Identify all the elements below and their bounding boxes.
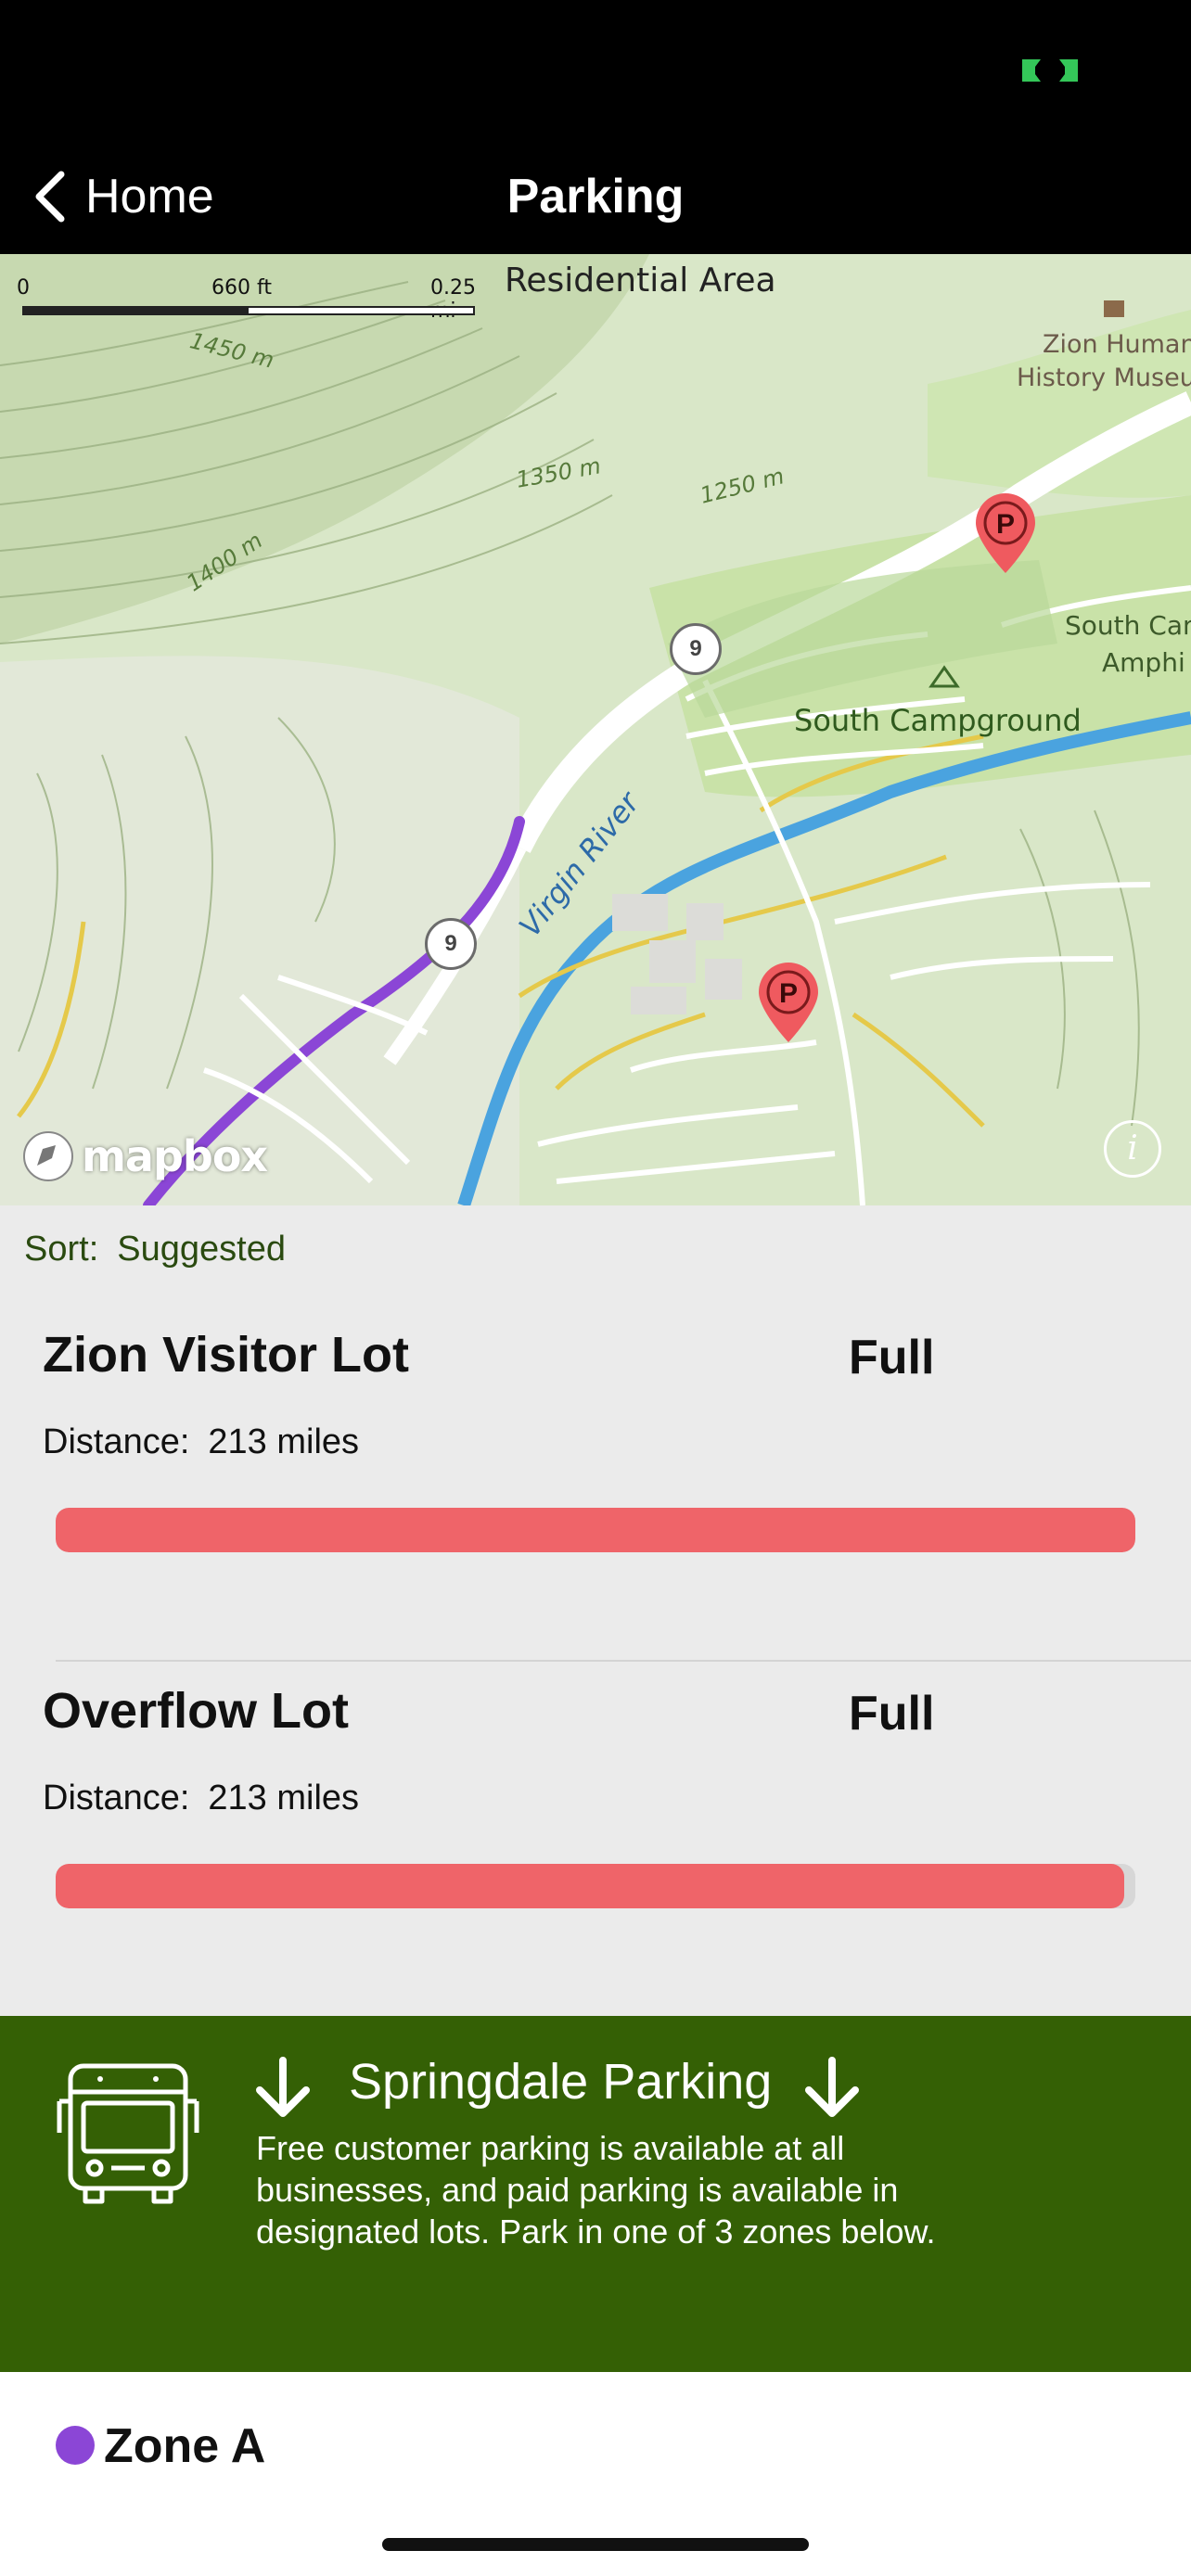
lot-status: Full	[849, 1331, 935, 1384]
lot-name: Zion Visitor Lot	[43, 1327, 409, 1383]
status-bar	[0, 0, 1191, 139]
route-shield-9-north: 9	[670, 623, 722, 675]
map-label-amphi-line1: South Can	[1065, 610, 1191, 641]
parking-map[interactable]: 0 660 ft 0.25 mi Residential Area Zion H…	[0, 254, 1191, 1205]
sort-control[interactable]: Sort: Suggested	[24, 1230, 286, 1269]
lot-distance-value: 213 miles	[208, 1779, 360, 1817]
map-label-residential: Residential Area	[505, 261, 776, 300]
page-title: Parking	[506, 170, 685, 223]
lot-capacity-bar	[56, 1508, 1135, 1552]
lot-card-overflow-lot[interactable]: Overflow Lot Full Distance: 213 miles	[0, 1639, 1191, 1992]
lot-capacity-fill	[56, 1864, 1125, 1908]
springdale-parking-banner[interactable]: Springdale Parking Free customer parking…	[0, 2016, 1191, 2372]
map-scale: 0 660 ft 0.25 mi	[15, 276, 479, 323]
zone-color-dot	[56, 2426, 95, 2465]
home-indicator[interactable]	[382, 2538, 809, 2551]
parking-pin-visitor-lot[interactable]: P	[972, 491, 1039, 575]
lot-name: Overflow Lot	[43, 1683, 350, 1739]
sort-value: Suggested	[117, 1230, 286, 1269]
banner-description: Free customer parking is available at al…	[256, 2129, 936, 2251]
sort-label: Sort:	[24, 1230, 99, 1269]
lot-capacity-fill	[56, 1508, 1135, 1552]
parking-pin-overflow-lot[interactable]: P	[755, 961, 822, 1044]
info-icon[interactable]: i	[1104, 1120, 1161, 1178]
map-label-museum-line2: History Museu	[1017, 363, 1191, 392]
arrow-down-icon	[256, 2057, 310, 2117]
mapbox-logo-text: mapbox	[82, 1131, 268, 1181]
lot-status: Full	[849, 1687, 935, 1741]
map-label-museum-line1: Zion Human	[1043, 330, 1191, 359]
scale-start-label: 0	[17, 276, 30, 300]
lot-card-zion-visitor-lot[interactable]: Zion Visitor Lot Full Distance: 213 mile…	[0, 1283, 1191, 1636]
mapbox-logo-icon	[23, 1131, 73, 1181]
lot-distance-label: Distance:	[43, 1779, 190, 1817]
banner-title: Springdale Parking	[349, 2054, 773, 2110]
scale-mid-label: 660 ft	[211, 276, 272, 300]
lot-distance-value: 213 miles	[208, 1422, 360, 1461]
arrow-down-icon	[805, 2057, 859, 2117]
zone-label: Zone A	[104, 2419, 266, 2473]
parking-pin-label: P	[996, 509, 1015, 540]
bus-icon	[57, 2063, 199, 2204]
route-shield-9-south: 9	[425, 918, 477, 970]
lot-distance-label: Distance:	[43, 1422, 190, 1461]
parking-pin-icon: P	[759, 963, 818, 1042]
mapbox-logo[interactable]: mapbox	[20, 1128, 268, 1185]
scale-bar	[22, 306, 475, 315]
lot-distance: Distance: 213 miles	[43, 1779, 359, 1818]
map-label-campground: South Campground	[794, 703, 1082, 738]
map-label-amphi-line2: Amphi	[1102, 647, 1185, 678]
scale-end-label: 0.25 mi	[430, 276, 476, 323]
lot-distance: Distance: 213 miles	[43, 1422, 359, 1462]
parking-pin-icon: P	[976, 493, 1035, 573]
parking-pin-label: P	[779, 978, 798, 1009]
lot-capacity-bar	[56, 1864, 1135, 1908]
navigation-bar: Home Parking	[0, 139, 1191, 254]
battery-icon	[1022, 59, 1078, 82]
parking-list: Sort: Suggested Zion Visitor Lot Full Di…	[0, 1205, 1191, 2016]
